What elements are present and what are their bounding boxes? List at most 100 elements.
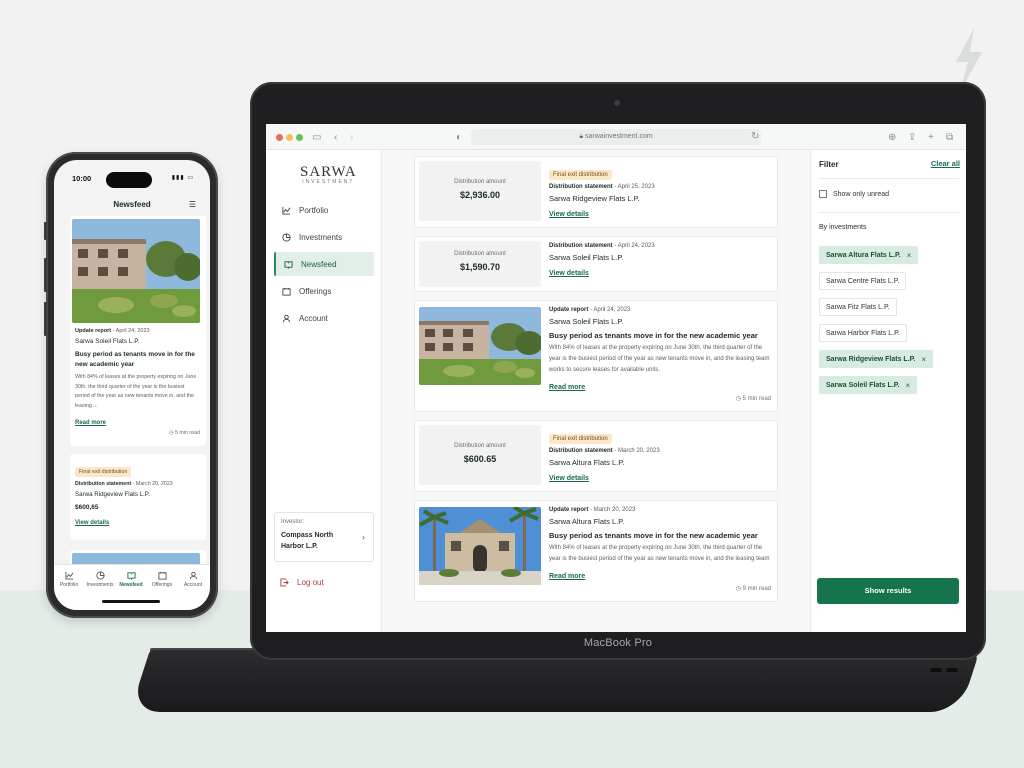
amount-box: Distribution amount $1,590.70 (419, 241, 541, 287)
amount-box: Distribution amount $600.65 (419, 425, 541, 485)
tab-overview-icon[interactable]: ⧉ (946, 132, 953, 143)
investment-chip[interactable]: Sarwa Harbor Flats L.P. (819, 324, 907, 342)
distribution-amount: $600,65 (75, 504, 99, 511)
tab-investments[interactable]: Investments (85, 571, 115, 588)
reload-icon[interactable]: ↻ (751, 131, 759, 142)
investment-chip[interactable]: Sarwa Altura Flats L.P. × (819, 246, 919, 264)
new-tab-icon[interactable]: + (928, 132, 934, 143)
amount-box: Distribution amount $2,936.00 (419, 161, 541, 221)
clear-all-link[interactable]: Clear all (931, 159, 960, 168)
view-details-link[interactable]: View details (549, 211, 589, 218)
sidebar-item-investments[interactable]: Investments (274, 225, 374, 249)
phone-page-title: Newsfeed (113, 200, 151, 209)
dynamic-island (106, 172, 152, 188)
tab-newsfeed[interactable]: Newsfeed (116, 571, 146, 588)
phone-feed-card-update: Update report - April 24, 2023 Sarwa Sol… (70, 216, 206, 446)
tab-account[interactable]: Account (178, 571, 208, 588)
status-icons: ▮▮▮ ▭ (172, 174, 194, 181)
tab-portfolio[interactable]: Portfolio (54, 571, 84, 588)
clock-icon: ◷ (735, 396, 743, 402)
browser-toolbar: ▭ ‹ › ◐ 🔒︎ sarwainvestment.com ↻ ⊕ ⇪ + ⧉ (266, 124, 966, 150)
battery-icon: ▭ (187, 175, 194, 181)
update-excerpt: With 84% of leases at the property expir… (549, 345, 770, 373)
laptop-port (930, 668, 942, 672)
logout-icon (280, 578, 289, 587)
logout-button[interactable]: Log out (280, 578, 324, 587)
clock-icon: ◷ (735, 586, 743, 592)
update-headline: Busy period as tenants move in for the n… (75, 351, 195, 368)
property-name: Sarwa Soleil Flats L.P. (549, 253, 624, 262)
phone-volume-up (44, 258, 47, 292)
view-details-link[interactable]: View details (75, 520, 109, 526)
feed-card-distribution: Distribution amount $600.65 Final exit d… (414, 420, 778, 492)
sidebar-item-offerings[interactable]: Offerings (274, 279, 374, 303)
pie-chart-icon (282, 232, 291, 242)
close-icon[interactable]: × (907, 251, 912, 260)
unread-filter[interactable]: Show only unread (819, 190, 889, 198)
share-icon[interactable]: ⇪ (908, 132, 916, 143)
phone-screen: 10:00 ▮▮▮ ▭ Newsfeed ☰ Update report - A… (54, 160, 210, 610)
chart-line-icon (64, 571, 73, 580)
book-icon (126, 572, 136, 580)
divider (819, 178, 959, 179)
tab-offerings[interactable]: Offerings (147, 571, 177, 588)
sidebar-item-newsfeed[interactable]: Newsfeed (274, 252, 374, 276)
investor-label: Investor: (281, 519, 305, 525)
chevron-right-icon: › (362, 532, 365, 542)
shield-icon[interactable]: ◐ (456, 132, 462, 143)
address-bar[interactable]: 🔒︎ sarwainvestment.com (471, 129, 761, 145)
close-icon[interactable]: × (905, 381, 910, 390)
show-results-button[interactable]: Show results (817, 578, 959, 604)
book-icon (284, 260, 293, 269)
sidebar-item-account[interactable]: Account (274, 306, 374, 330)
read-more-link[interactable]: Read more (549, 384, 585, 391)
read-time: ◷ 5 min read (168, 430, 200, 436)
property-name: Sarwa Soleil Flats L.P. (549, 317, 624, 326)
property-name: Sarwa Soleil Flats L.P. (75, 338, 140, 345)
offerings-icon (282, 287, 291, 296)
investment-chip[interactable]: Sarwa Fitz Flats L.P. (819, 298, 897, 316)
distribution-amount: $2,936.00 (459, 190, 501, 200)
read-more-link[interactable]: Read more (549, 573, 585, 580)
sidebar-toggle-icon[interactable]: ▭ (312, 132, 321, 143)
close-icon[interactable]: × (921, 355, 926, 364)
download-icon[interactable]: ⊕ (888, 132, 896, 143)
laptop-port (946, 668, 958, 672)
property-name: Sarwa Altura Flats L.P. (549, 517, 625, 526)
filter-panel: Filter Clear all Show only unread By inv… (810, 150, 966, 632)
forward-icon[interactable]: › (350, 132, 353, 143)
signal-icon: ▮▮▮ (171, 175, 185, 181)
window-zoom-button[interactable] (296, 134, 303, 141)
status-badge: Final exit distribution (549, 170, 612, 180)
user-icon (282, 314, 291, 322)
property-photo (72, 219, 200, 323)
unread-checkbox[interactable] (819, 190, 827, 198)
investment-chip[interactable]: Sarwa Ridgeview Flats L.P. × (819, 350, 934, 368)
distribution-amount: $1,590.70 (459, 262, 501, 272)
newsfeed-list: Distribution amount $2,936.00 Final exit… (382, 150, 810, 632)
feed-card-update: Update report - March 20, 2023 Sarwa Alt… (414, 500, 778, 602)
phone-tab-bar: Portfolio Investments Newsfeed Offerings… (54, 564, 210, 610)
property-name: Sarwa Altura Flats L.P. (549, 458, 625, 467)
read-more-link[interactable]: Read more (75, 420, 106, 426)
back-icon[interactable]: ‹ (334, 132, 337, 143)
investment-chip[interactable]: Sarwa Soleil Flats L.P. × (819, 376, 918, 394)
sarwa-logo[interactable]: SARWA INVESTMENT (300, 164, 357, 185)
phone-silent-switch (44, 222, 47, 240)
laptop-model-label: MacBook Pro (583, 637, 653, 649)
url-text: sarwainvestment.com (584, 133, 653, 140)
investor-selector[interactable]: Investor: Compass North Harbor L.P. › (274, 512, 374, 562)
feed-card-distribution: Distribution amount $1,590.70 Distributi… (414, 236, 778, 292)
phone-volume-down (44, 302, 47, 336)
investment-chip[interactable]: Sarwa Centre Flats L.P. (819, 272, 907, 290)
status-badge: Final exit distribution (75, 467, 132, 477)
divider (819, 212, 959, 213)
window-close-button[interactable] (276, 134, 283, 141)
view-details-link[interactable]: View details (549, 475, 589, 482)
filter-icon[interactable]: ☰ (189, 200, 196, 209)
update-excerpt: With 84% of leases at the property expir… (549, 545, 770, 562)
window-minimize-button[interactable] (286, 134, 293, 141)
property-name: Sarwa Ridgeview Flats L.P. (75, 491, 150, 498)
view-details-link[interactable]: View details (549, 270, 589, 277)
sidebar-item-portfolio[interactable]: Portfolio (274, 198, 374, 222)
